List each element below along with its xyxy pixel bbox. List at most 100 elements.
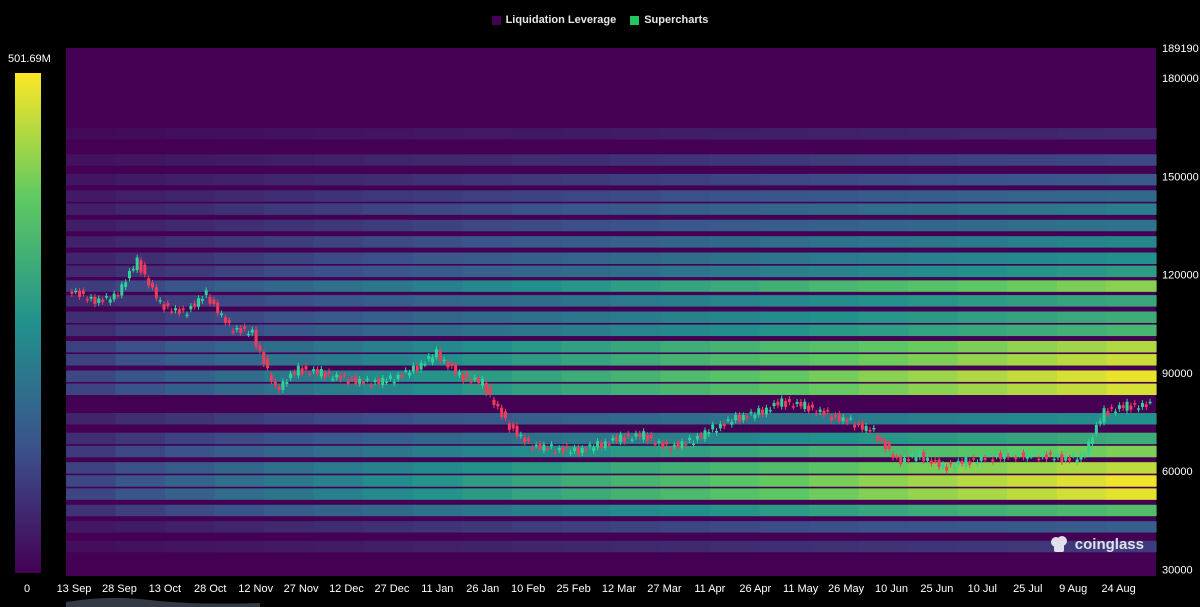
heatmap-cell [957,383,1008,396]
heatmap-cell [957,540,1008,553]
candle-body [78,290,82,297]
heatmap-cell [858,540,909,553]
heatmap-cell [313,280,364,292]
heatmap-cell [1106,488,1157,500]
heatmap-cell [1106,295,1157,307]
candle-body [1056,454,1060,458]
heatmap-cell [957,340,1008,353]
heatmap-cell [1106,154,1157,166]
heatmap-cell [957,252,1008,264]
heatmap-cell [759,265,810,278]
heatmap-cell [363,354,414,366]
heatmap-cell [858,324,909,337]
heatmap-cell [1007,340,1058,353]
candle-body [619,434,623,443]
heatmap-cell [710,445,761,458]
heatmap-cell [264,340,315,353]
heatmap-cell [115,432,166,445]
heatmap-cell [412,219,463,232]
candle-body [665,442,669,445]
heatmap-cell [363,154,414,166]
candle-body [1110,407,1114,409]
candle-body [1033,450,1037,454]
candle-body [523,437,527,443]
candle-body [791,406,795,408]
candle-body [738,414,742,422]
candle-body [362,381,366,384]
candle-body [1064,456,1068,461]
heatmap-cell [611,324,662,337]
candle-body [231,330,235,333]
heatmap-cell [561,173,612,186]
candle-body [607,444,611,446]
heatmap-cell [759,383,810,396]
candle-body [1014,457,1018,459]
heatmap-cell [1007,324,1058,337]
heatmap-cell [313,295,364,307]
heatmap-cell [264,521,315,533]
heatmap-cell [660,265,711,278]
heatmap-cell [759,540,810,553]
candle-body [649,434,653,439]
candle-body [319,368,323,377]
heatmap-cell [264,462,315,474]
heatmap-cell [165,324,216,337]
candle-body [262,352,266,365]
heatmap-cell [858,340,909,353]
heatmap-cell [809,295,860,307]
heatmap-cell [858,236,909,248]
heatmap-cell [1056,432,1108,445]
candle-body [538,443,542,450]
heatmap-cell [165,154,216,166]
heatmap-cell [858,370,909,382]
candle-body [331,378,335,381]
heatmap-cell [561,521,612,533]
candle-body [369,385,373,387]
candle-body [868,429,872,432]
candle-body [454,364,458,374]
heatmap-cell [511,521,563,533]
candle-body [1021,452,1025,458]
heatmap-cell [66,203,117,215]
candle-body [1129,405,1133,410]
liquidation-heatmap-chart[interactable]: 501.69M 0 30000 60000 90000 120000 150000 180… [0,0,1200,607]
heatmap-cell [313,488,364,500]
candle-body [726,419,730,421]
candle-body [914,457,918,461]
candle-body [289,373,293,379]
candle-body [684,443,688,446]
heatmap-cell [462,540,513,553]
heatmap-cell [363,445,414,458]
heatmap-cell [313,219,364,232]
candle-body [385,381,389,383]
heatmap-cell [511,252,563,264]
heatmap-cell [611,475,662,487]
heatmap-cell [214,236,265,248]
candle-body [1144,404,1148,407]
heatmap-cell [66,354,117,366]
heatmap-cell [611,190,662,202]
heatmap-cell [858,475,909,487]
heatmap-cell [1106,445,1157,458]
candle-body [1068,458,1072,461]
heatmap-cell [710,383,761,396]
heatmap-cell [710,154,761,166]
heatmap-cell [165,462,216,474]
heatmap-cell [957,203,1008,215]
heatmap-cell [363,432,414,445]
candle-body [1087,441,1091,455]
candle-body [438,350,442,362]
heatmap-cell [1056,475,1108,487]
candle-body [408,372,412,376]
heatmap-cell [264,236,315,248]
heatmap-cell [908,354,959,366]
heatmap-cell [611,311,662,323]
heatmap-cell [165,445,216,458]
heatmap-cell [908,236,959,248]
heatmap-cell [462,190,513,202]
candle-body [469,380,473,383]
candle-body [987,454,991,456]
heatmap-cell [759,295,810,307]
heatmap-cell [957,295,1008,307]
heatmap-cell [511,154,563,166]
